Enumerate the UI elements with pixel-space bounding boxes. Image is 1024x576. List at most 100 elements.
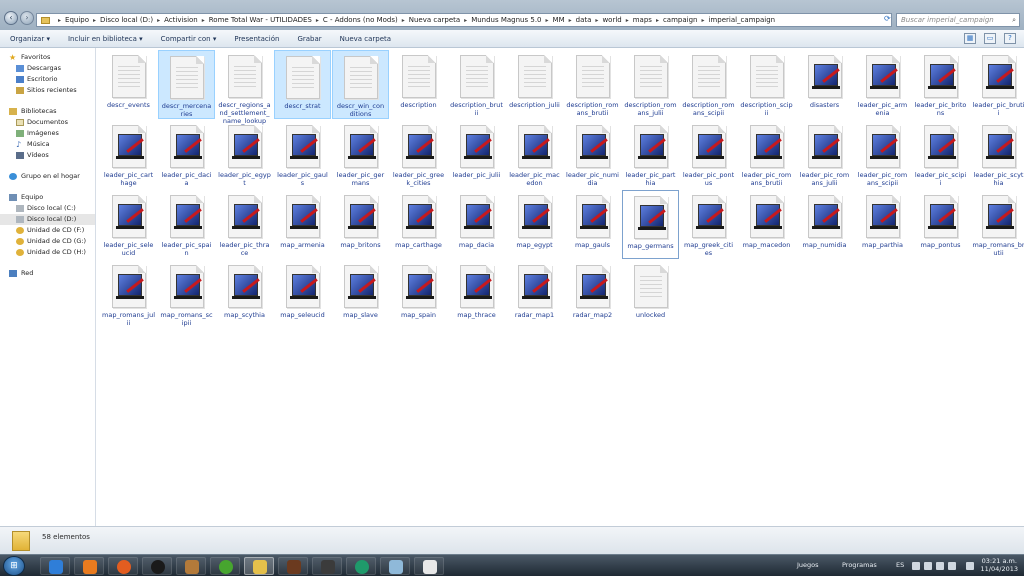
file-item[interactable]: leader_pic_seleucid (100, 190, 157, 259)
file-item[interactable]: leader_pic_greek_cities (390, 120, 447, 189)
breadcrumb-separator-icon[interactable]: ▸ (93, 17, 96, 24)
tray-games[interactable]: Juegos (797, 561, 819, 569)
file-item[interactable]: map_dacia (448, 190, 505, 259)
sidebar-item-images[interactable]: Imágenes (0, 128, 95, 139)
sidebar-item-homegroup[interactable]: Grupo en el hogar (0, 171, 95, 182)
file-item[interactable]: map_scythia (216, 260, 273, 329)
file-item[interactable]: leader_pic_julii (448, 120, 505, 189)
taskbar-utorrent[interactable] (210, 557, 240, 575)
file-item[interactable]: map_pontus (912, 190, 969, 259)
file-item[interactable]: leader_pic_romans_scipii (854, 120, 911, 189)
address-bar[interactable]: ▸ Equipo ▸ Disco local (D:) ▸ Activision ▸ Rome… (36, 13, 892, 27)
tray-icon[interactable] (924, 562, 932, 570)
file-item[interactable]: map_romans_julii (100, 260, 157, 329)
sidebar-item-libraries[interactable]: Bibliotecas (0, 106, 95, 117)
file-item[interactable]: map_thrace (448, 260, 505, 329)
file-item[interactable]: map_spain (390, 260, 447, 329)
breadcrumb-separator-icon[interactable]: ▸ (58, 17, 61, 24)
file-item[interactable]: descr_win_conditions (332, 50, 389, 119)
sidebar-item-computer[interactable]: Equipo (0, 192, 95, 203)
file-item[interactable]: descr_regions_and_settlement_name_lookup (216, 50, 273, 125)
file-item[interactable]: map_romans_brutii (970, 190, 1024, 259)
sidebar-item-cd-h[interactable]: Unidad de CD (H:) (0, 247, 95, 258)
file-item[interactable]: map_germans (622, 190, 679, 259)
file-item[interactable]: description_romans_julii (622, 50, 679, 119)
presentation-button[interactable]: Presentación (234, 35, 279, 43)
breadcrumb-separator-icon[interactable]: ▸ (569, 17, 572, 24)
help-icon[interactable]: ? (1004, 33, 1016, 44)
breadcrumb-separator-icon[interactable]: ▸ (464, 17, 467, 24)
sidebar-item-desktop[interactable]: Escritorio (0, 74, 95, 85)
file-item[interactable]: map_armenia (274, 190, 331, 259)
breadcrumb-item[interactable]: imperial_campaign (708, 16, 775, 24)
file-item[interactable]: map_parthia (854, 190, 911, 259)
taskbar-app-12[interactable] (414, 557, 444, 575)
breadcrumb-separator-icon[interactable]: ▸ (701, 17, 704, 24)
sidebar-item-downloads[interactable]: Descargas (0, 63, 95, 74)
sidebar-item-videos[interactable]: Vídeos (0, 150, 95, 161)
sidebar-item-recent[interactable]: Sitios recientes (0, 85, 95, 96)
file-item[interactable]: leader_pic_gauls (274, 120, 331, 189)
file-item[interactable]: descr_strat (274, 50, 331, 119)
file-item[interactable]: leader_pic_pontus (680, 120, 737, 189)
file-item[interactable]: map_seleucid (274, 260, 331, 329)
breadcrumb-separator-icon[interactable]: ▸ (626, 17, 629, 24)
file-item[interactable]: radar_map2 (564, 260, 621, 329)
file-item[interactable]: map_britons (332, 190, 389, 259)
file-item[interactable]: unlocked (622, 260, 679, 329)
breadcrumb-item[interactable]: Disco local (D:) (100, 16, 153, 24)
sidebar-item-music[interactable]: ♪ Música (0, 139, 95, 150)
sidebar-item-documents[interactable]: Documentos (0, 117, 95, 128)
breadcrumb-item[interactable]: maps (633, 16, 652, 24)
include-library-button[interactable]: Incluir en biblioteca ▾ (68, 35, 143, 43)
file-item[interactable]: map_carthage (390, 190, 447, 259)
file-item[interactable]: map_greek_cities (680, 190, 737, 259)
tray-icon[interactable] (966, 562, 974, 570)
network-tray-icon[interactable] (936, 562, 944, 570)
search-input[interactable]: Buscar imperial_campaign ⌕ (896, 13, 1020, 27)
file-item[interactable]: leader_pic_brutii (970, 50, 1024, 119)
language-indicator[interactable]: ES (896, 561, 904, 569)
burn-button[interactable]: Grabar (297, 35, 321, 43)
file-item[interactable]: leader_pic_spain (158, 190, 215, 259)
file-item[interactable]: descr_events (100, 50, 157, 119)
file-item[interactable]: description_scipii (738, 50, 795, 119)
tray-icon[interactable] (912, 562, 920, 570)
file-item[interactable]: leader_pic_romans_julii (796, 120, 853, 189)
file-item[interactable]: map_slave (332, 260, 389, 329)
taskbar-app-8[interactable] (278, 557, 308, 575)
file-item[interactable]: leader_pic_armenia (854, 50, 911, 119)
file-item[interactable]: leader_pic_dacia (158, 120, 215, 189)
breadcrumb-separator-icon[interactable]: ▸ (402, 17, 405, 24)
breadcrumb-item[interactable]: campaign (663, 16, 698, 24)
file-item[interactable]: leader_pic_scipii (912, 120, 969, 189)
file-item[interactable]: map_macedon (738, 190, 795, 259)
file-item[interactable]: description_julii (506, 50, 563, 119)
breadcrumb-item[interactable]: Equipo (65, 16, 89, 24)
taskbar-ie[interactable] (40, 557, 70, 575)
breadcrumb-separator-icon[interactable]: ▸ (656, 17, 659, 24)
sidebar-item-cd-g[interactable]: Unidad de CD (G:) (0, 236, 95, 247)
taskbar-media[interactable] (74, 557, 104, 575)
breadcrumb-separator-icon[interactable]: ▸ (316, 17, 319, 24)
file-item[interactable]: map_romans_scipii (158, 260, 215, 329)
file-item[interactable]: leader_pic_egypt (216, 120, 273, 189)
volume-icon[interactable] (948, 562, 956, 570)
back-button[interactable]: ‹ (4, 11, 18, 25)
sidebar-item-favorites[interactable]: ★ Favoritos (0, 52, 95, 63)
file-item[interactable]: leader_pic_parthia (622, 120, 679, 189)
clock[interactable]: 03:21 a.m. 11/04/2013 (981, 557, 1018, 573)
sidebar-item-cd-f[interactable]: Unidad de CD (F:) (0, 225, 95, 236)
file-item[interactable]: leader_pic_macedon (506, 120, 563, 189)
file-item[interactable]: description_romans_scipii (680, 50, 737, 119)
taskbar-app-10[interactable] (346, 557, 376, 575)
share-button[interactable]: Compartir con ▾ (161, 35, 217, 43)
breadcrumb-item[interactable]: MM (553, 16, 565, 24)
organize-button[interactable]: Organizar ▾ (10, 35, 50, 43)
file-item[interactable]: disasters (796, 50, 853, 119)
breadcrumb-separator-icon[interactable]: ▸ (595, 17, 598, 24)
file-item[interactable]: map_egypt (506, 190, 563, 259)
file-item[interactable]: description_romans_brutii (564, 50, 621, 119)
breadcrumb-separator-icon[interactable]: ▸ (157, 17, 160, 24)
file-item[interactable]: leader_pic_britons (912, 50, 969, 119)
